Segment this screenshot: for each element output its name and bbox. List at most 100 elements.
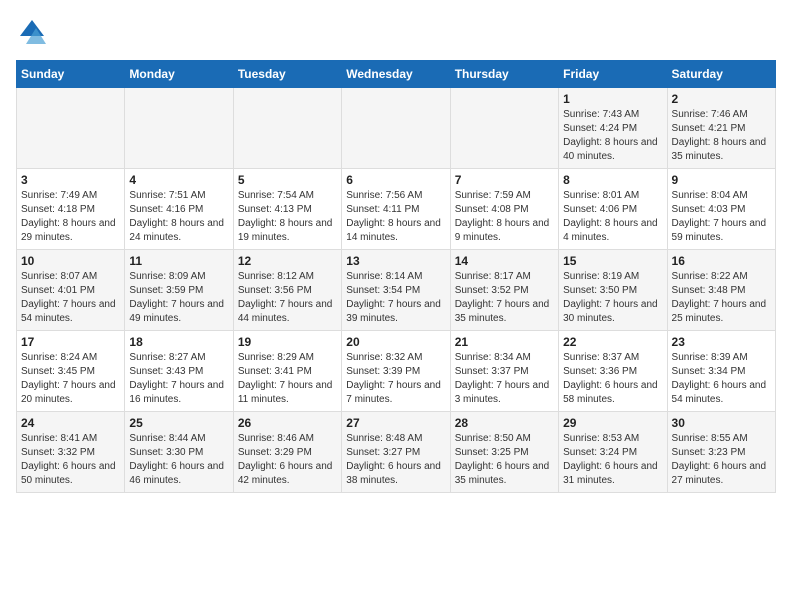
logo xyxy=(16,16,52,48)
calendar-cell: 13Sunrise: 8:14 AM Sunset: 3:54 PM Dayli… xyxy=(342,250,450,331)
day-number: 18 xyxy=(129,335,228,349)
day-info: Sunrise: 8:41 AM Sunset: 3:32 PM Dayligh… xyxy=(21,432,120,488)
day-number: 19 xyxy=(238,335,337,349)
day-info: Sunrise: 8:48 AM Sunset: 3:27 PM Dayligh… xyxy=(346,432,445,488)
calendar-cell: 1 Sunrise: 7:43 AM Sunset: 4:24 PM Daylig… xyxy=(559,88,667,169)
week-row-1: 1 Sunrise: 7:43 AM Sunset: 4:24 PM Daylig… xyxy=(17,88,776,169)
header-friday: Friday xyxy=(559,61,667,88)
day-info: Sunrise: 8:12 AM Sunset: 3:56 PM Dayligh… xyxy=(238,270,337,326)
calendar-cell: 18 Sunrise: 8:27 AM Sunset: 3:43 PM Dayli… xyxy=(125,331,233,412)
header-tuesday: Tuesday xyxy=(233,61,341,88)
page-header xyxy=(16,16,776,48)
calendar-body: 1 Sunrise: 7:43 AM Sunset: 4:24 PM Daylig… xyxy=(17,88,776,493)
day-info: Sunrise: 7:46 AM Sunset: 4:21 PM Dayligh… xyxy=(672,108,771,164)
calendar-cell: 6 Sunrise: 7:56 AM Sunset: 4:11 PM Daylig… xyxy=(342,169,450,250)
day-info: Sunrise: 8:37 AM Sunset: 3:36 PM Dayligh… xyxy=(563,351,662,407)
day-number: 15 xyxy=(563,254,662,268)
calendar-cell: 10 Sunrise: 8:07 AM Sunset: 4:01 PM Dayli… xyxy=(17,250,125,331)
calendar-cell: 20 Sunrise: 8:32 AM Sunset: 3:39 PM Dayli… xyxy=(342,331,450,412)
day-number: 6 xyxy=(346,173,445,187)
day-info: Sunrise: 8:14 AM Sunset: 3:54 PM Dayligh… xyxy=(346,270,445,326)
day-number: 9 xyxy=(672,173,771,187)
day-number: 20 xyxy=(346,335,445,349)
day-info: Sunrise: 8:46 AM Sunset: 3:29 PM Dayligh… xyxy=(238,432,337,488)
calendar-cell: 30Sunrise: 8:55 AM Sunset: 3:23 PM Dayli… xyxy=(667,412,775,493)
day-number: 30 xyxy=(672,416,771,430)
day-number: 22 xyxy=(563,335,662,349)
calendar-cell: 5 Sunrise: 7:54 AM Sunset: 4:13 PM Daylig… xyxy=(233,169,341,250)
day-info: Sunrise: 8:53 AM Sunset: 3:24 PM Dayligh… xyxy=(563,432,662,488)
day-info: Sunrise: 8:04 AM Sunset: 4:03 PM Dayligh… xyxy=(672,189,771,245)
calendar-cell: 24 Sunrise: 8:41 AM Sunset: 3:32 PM Dayli… xyxy=(17,412,125,493)
day-info: Sunrise: 7:56 AM Sunset: 4:11 PM Dayligh… xyxy=(346,189,445,245)
calendar-cell: 26 Sunrise: 8:46 AM Sunset: 3:29 PM Dayli… xyxy=(233,412,341,493)
day-number: 24 xyxy=(21,416,120,430)
calendar-cell: 28 Sunrise: 8:50 AM Sunset: 3:25 PM Dayli… xyxy=(450,412,558,493)
header-sunday: Sunday xyxy=(17,61,125,88)
calendar-cell xyxy=(233,88,341,169)
calendar-cell: 25 Sunrise: 8:44 AM Sunset: 3:30 PM Dayli… xyxy=(125,412,233,493)
calendar-cell: 15 Sunrise: 8:19 AM Sunset: 3:50 PM Dayli… xyxy=(559,250,667,331)
day-info: Sunrise: 8:07 AM Sunset: 4:01 PM Dayligh… xyxy=(21,270,120,326)
day-info: Sunrise: 8:27 AM Sunset: 3:43 PM Dayligh… xyxy=(129,351,228,407)
day-number: 8 xyxy=(563,173,662,187)
day-info: Sunrise: 8:44 AM Sunset: 3:30 PM Dayligh… xyxy=(129,432,228,488)
day-number: 29 xyxy=(563,416,662,430)
calendar-cell: 7 Sunrise: 7:59 AM Sunset: 4:08 PM Daylig… xyxy=(450,169,558,250)
calendar-cell xyxy=(17,88,125,169)
day-number: 17 xyxy=(21,335,120,349)
header-thursday: Thursday xyxy=(450,61,558,88)
calendar-cell: 21Sunrise: 8:34 AM Sunset: 3:37 PM Dayli… xyxy=(450,331,558,412)
day-number: 2 xyxy=(672,92,771,106)
week-row-3: 10 Sunrise: 8:07 AM Sunset: 4:01 PM Dayli… xyxy=(17,250,776,331)
calendar-header: SundayMondayTuesdayWednesdayThursdayFrid… xyxy=(17,61,776,88)
calendar-cell xyxy=(342,88,450,169)
calendar-cell: 12 Sunrise: 8:12 AM Sunset: 3:56 PM Dayli… xyxy=(233,250,341,331)
day-info: Sunrise: 8:39 AM Sunset: 3:34 PM Dayligh… xyxy=(672,351,771,407)
calendar-cell: 14 Sunrise: 8:17 AM Sunset: 3:52 PM Dayli… xyxy=(450,250,558,331)
day-info: Sunrise: 7:43 AM Sunset: 4:24 PM Dayligh… xyxy=(563,108,662,164)
day-info: Sunrise: 8:50 AM Sunset: 3:25 PM Dayligh… xyxy=(455,432,554,488)
day-info: Sunrise: 8:01 AM Sunset: 4:06 PM Dayligh… xyxy=(563,189,662,245)
calendar-cell: 11Sunrise: 8:09 AM Sunset: 3:59 PM Dayli… xyxy=(125,250,233,331)
day-info: Sunrise: 8:32 AM Sunset: 3:39 PM Dayligh… xyxy=(346,351,445,407)
day-number: 16 xyxy=(672,254,771,268)
day-number: 1 xyxy=(563,92,662,106)
day-info: Sunrise: 7:59 AM Sunset: 4:08 PM Dayligh… xyxy=(455,189,554,245)
day-info: Sunrise: 8:17 AM Sunset: 3:52 PM Dayligh… xyxy=(455,270,554,326)
header-wednesday: Wednesday xyxy=(342,61,450,88)
week-row-5: 24 Sunrise: 8:41 AM Sunset: 3:32 PM Dayli… xyxy=(17,412,776,493)
day-number: 3 xyxy=(21,173,120,187)
header-row: SundayMondayTuesdayWednesdayThursdayFrid… xyxy=(17,61,776,88)
day-number: 10 xyxy=(21,254,120,268)
calendar-cell: 29 Sunrise: 8:53 AM Sunset: 3:24 PM Dayli… xyxy=(559,412,667,493)
day-info: Sunrise: 8:09 AM Sunset: 3:59 PM Dayligh… xyxy=(129,270,228,326)
day-number: 7 xyxy=(455,173,554,187)
calendar-cell xyxy=(450,88,558,169)
week-row-2: 3 Sunrise: 7:49 AM Sunset: 4:18 PM Daylig… xyxy=(17,169,776,250)
calendar-cell: 9 Sunrise: 8:04 AM Sunset: 4:03 PM Daylig… xyxy=(667,169,775,250)
calendar: SundayMondayTuesdayWednesdayThursdayFrid… xyxy=(16,60,776,493)
day-info: Sunrise: 8:34 AM Sunset: 3:37 PM Dayligh… xyxy=(455,351,554,407)
day-number: 25 xyxy=(129,416,228,430)
day-number: 28 xyxy=(455,416,554,430)
calendar-cell: 8 Sunrise: 8:01 AM Sunset: 4:06 PM Daylig… xyxy=(559,169,667,250)
calendar-cell: 27Sunrise: 8:48 AM Sunset: 3:27 PM Dayli… xyxy=(342,412,450,493)
calendar-cell: 23Sunrise: 8:39 AM Sunset: 3:34 PM Dayli… xyxy=(667,331,775,412)
day-number: 5 xyxy=(238,173,337,187)
logo-icon xyxy=(16,16,48,48)
day-number: 14 xyxy=(455,254,554,268)
day-info: Sunrise: 7:49 AM Sunset: 4:18 PM Dayligh… xyxy=(21,189,120,245)
header-monday: Monday xyxy=(125,61,233,88)
day-number: 26 xyxy=(238,416,337,430)
day-number: 12 xyxy=(238,254,337,268)
day-info: Sunrise: 7:54 AM Sunset: 4:13 PM Dayligh… xyxy=(238,189,337,245)
calendar-cell: 17Sunrise: 8:24 AM Sunset: 3:45 PM Dayli… xyxy=(17,331,125,412)
calendar-cell: 4Sunrise: 7:51 AM Sunset: 4:16 PM Daylig… xyxy=(125,169,233,250)
day-info: Sunrise: 8:29 AM Sunset: 3:41 PM Dayligh… xyxy=(238,351,337,407)
calendar-cell: 3 Sunrise: 7:49 AM Sunset: 4:18 PM Daylig… xyxy=(17,169,125,250)
day-number: 4 xyxy=(129,173,228,187)
calendar-cell: 2 Sunrise: 7:46 AM Sunset: 4:21 PM Daylig… xyxy=(667,88,775,169)
header-saturday: Saturday xyxy=(667,61,775,88)
day-info: Sunrise: 8:19 AM Sunset: 3:50 PM Dayligh… xyxy=(563,270,662,326)
